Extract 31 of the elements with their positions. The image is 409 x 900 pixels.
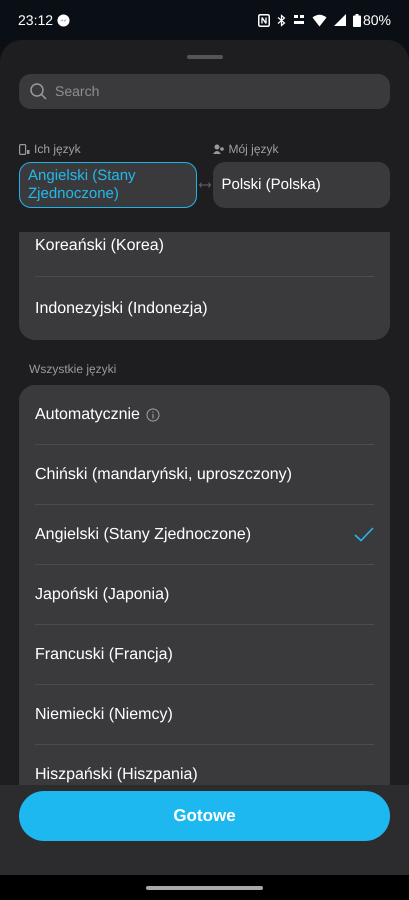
search-input[interactable]: Search [55,81,379,102]
language-item[interactable]: Automatycznie [35,402,140,426]
drag-handle[interactable] [186,55,222,59]
battery-percent: 80% [362,10,391,30]
signal-icon [334,14,346,26]
language-selector[interactable]: Polski (Polska) [212,162,390,208]
phone-icon [19,144,30,154]
my-language-label: Mój język [228,141,279,158]
language-item[interactable]: Chiński (mandaryński, uproszczony) [35,462,292,486]
home-indicator[interactable] [146,886,263,890]
language-item[interactable]: Angielski (Stany Zjednoczone) [35,522,252,546]
language-item[interactable]: Indonezyjski (Indonezja) [35,296,208,320]
chat-bubble-icon [57,14,70,26]
battery-icon [352,14,361,26]
language-item[interactable]: Hiszpański (Hiszpania) [35,763,198,785]
bluetooth-icon [276,14,286,26]
search-field[interactable]: Search [19,74,390,109]
language-item[interactable]: Japoński (Japonia) [35,582,170,606]
language-item[interactable]: Koreański (Korea) [35,234,164,258]
language-selector[interactable]: Angielski (Stany Zjednoczone) [19,162,196,208]
nfc-icon [258,14,270,26]
swap-arrows-icon [198,182,210,188]
wifi-icon [312,14,327,26]
language-item[interactable]: Francuski (Francja) [35,642,173,666]
people-icon [212,144,224,154]
their-language-label: Ich język [34,141,81,158]
section-title: Wszystkie języki [28,361,118,378]
clock-time: 23:12 [18,10,54,30]
language-item[interactable]: Niemiecki (Niemcy) [35,702,173,726]
info-icon[interactable] [146,408,160,422]
search-icon [30,83,47,100]
